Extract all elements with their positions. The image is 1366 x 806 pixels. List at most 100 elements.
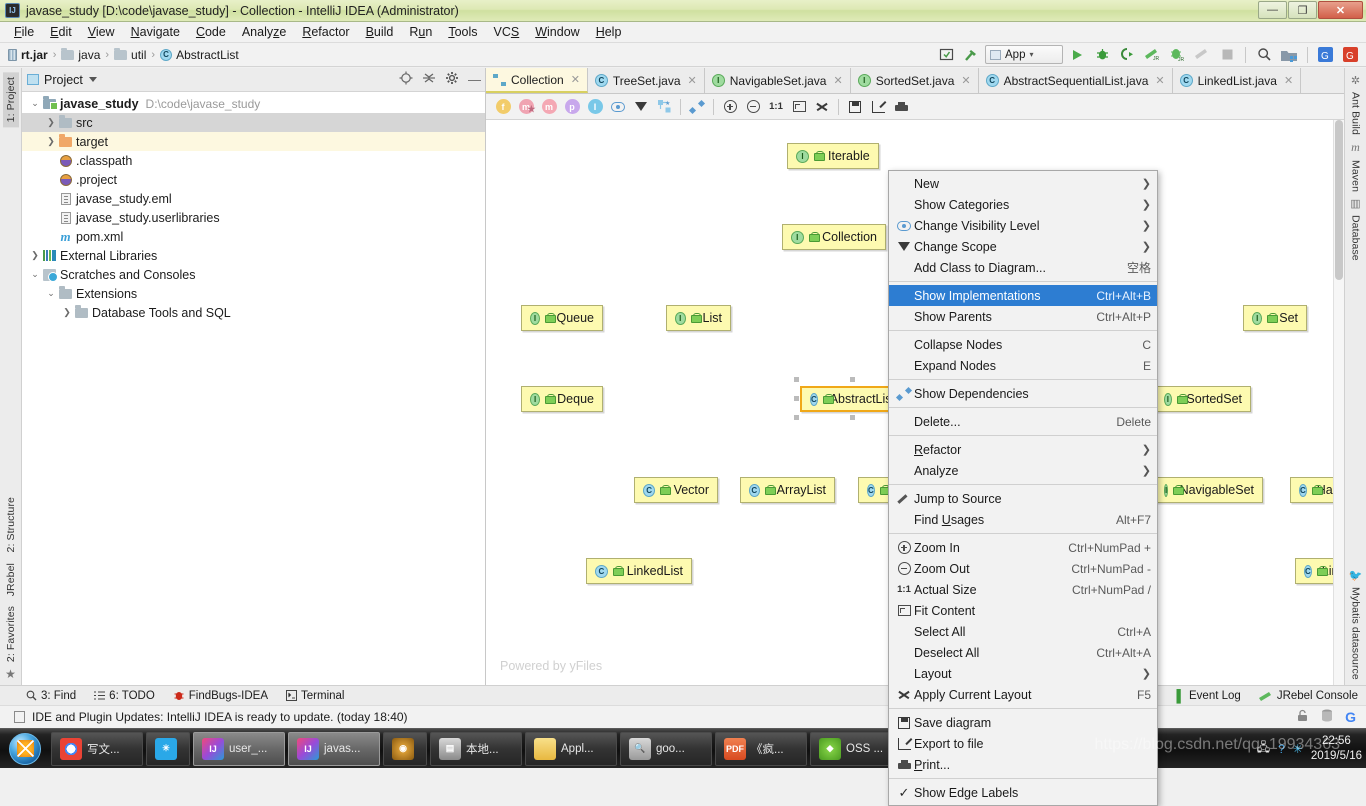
editor-tab-treeset-java[interactable]: C TreeSet.java ✕ xyxy=(587,68,705,93)
uml-node-queue[interactable]: I Queue xyxy=(521,305,603,331)
database-status-icon[interactable] xyxy=(1321,709,1333,725)
inner-classes-toggle[interactable]: I xyxy=(584,96,606,118)
scrollbar-thumb[interactable] xyxy=(1335,120,1343,280)
context-menu-item-zoom-in[interactable]: Zoom In Ctrl+NumPad + xyxy=(889,537,1157,558)
taskbar-item-本地[interactable]: ▤ 本地... xyxy=(430,731,522,766)
menu-view[interactable]: View xyxy=(80,23,123,41)
menu-bar[interactable]: File Edit View Navigate Code Analyze Refactor B… xyxy=(0,22,1366,43)
save-diagram-icon[interactable] xyxy=(844,96,866,118)
methods-toggle[interactable]: m xyxy=(538,96,560,118)
editor-tab-collection[interactable]: Collection ✕ xyxy=(486,68,588,93)
taskbar-clock[interactable]: 22:56 2019/5/16 xyxy=(1311,734,1362,763)
menu-run[interactable]: Run xyxy=(401,23,440,41)
editor-tab-bar[interactable]: Collection ✕ C TreeSet.java ✕ I NavigableSet.j… xyxy=(486,68,1344,94)
jrebel-debug-icon[interactable]: JR xyxy=(1166,45,1188,65)
project-structure-icon[interactable] xyxy=(1278,45,1300,65)
status-button-jrebel-console[interactable]: JRebel Console xyxy=(1258,690,1358,702)
editor-tab-linkedlist-java[interactable]: C LinkedList.java ✕ xyxy=(1172,68,1302,93)
taskbar-item-疯[interactable]: PDF 《疯... xyxy=(715,731,807,766)
breadcrumb[interactable]: rt.jar › java › util › C AbstractList xyxy=(8,47,239,62)
collapse-all-icon[interactable] xyxy=(422,71,436,88)
selection-handle[interactable] xyxy=(794,396,799,401)
tree-item-src[interactable]: ❯ src xyxy=(22,113,485,132)
apply-layout-icon[interactable] xyxy=(811,96,833,118)
tool-window-jrebel[interactable]: JRebel xyxy=(3,558,19,601)
tree-item-scratches-and-consoles[interactable]: ⌄ Scratches and Consoles xyxy=(22,265,485,284)
show-categories-icon[interactable]: ★ xyxy=(653,96,675,118)
close-tab-icon[interactable]: ✕ xyxy=(688,74,697,87)
uml-node-vector[interactable]: C Vector xyxy=(634,477,718,503)
uml-node-deque[interactable]: I Deque xyxy=(521,386,603,412)
system-tray[interactable]: 🖧 ? ✳ 22:56 2019/5/16 xyxy=(1257,734,1362,763)
uml-node-collection[interactable]: I Collection xyxy=(782,224,886,250)
tool-window-structure[interactable]: 2: Structure xyxy=(3,492,19,557)
uml-node-arraylist[interactable]: C ArrayList xyxy=(740,477,835,503)
taskbar-item-goo[interactable]: 🔍 goo... xyxy=(620,731,712,766)
export-to-file-icon[interactable] xyxy=(867,96,889,118)
chevron-right-icon[interactable]: ❯ xyxy=(44,136,58,147)
status-button-findbugs[interactable]: FindBugs-IDEA xyxy=(173,690,268,702)
search-everywhere-icon[interactable] xyxy=(1253,45,1275,65)
tool-window-bar-bottom[interactable]: 3: Find 6: TODO FindBugs-IDEA Terminal ▌… xyxy=(0,685,1366,705)
tree-item-javase_study[interactable]: ⌄ javase_study D:\code\javase_study xyxy=(22,94,485,113)
chevron-down-icon[interactable]: ⌄ xyxy=(28,269,42,280)
right-tool-strip[interactable]: ✲ Ant Build m Maven ▥ Database 🐦 Mybatis… xyxy=(1344,68,1366,685)
close-button[interactable]: ✕ xyxy=(1318,1,1363,19)
breadcrumb-item-abstractlist[interactable]: C AbstractList xyxy=(160,48,239,62)
context-menu-item-show-categories[interactable]: Show Categories ❯ xyxy=(889,194,1157,215)
hammer-icon[interactable] xyxy=(960,45,982,65)
print-icon[interactable] xyxy=(890,96,912,118)
tree-item--project[interactable]: .project xyxy=(22,170,485,189)
minimize-button[interactable]: — xyxy=(1258,1,1287,19)
menu-file[interactable]: File xyxy=(6,23,42,41)
tree-item-external-libraries[interactable]: ❯ External Libraries xyxy=(22,246,485,265)
context-menu-item-analyze[interactable]: Analyze ❯ xyxy=(889,460,1157,481)
diagram-toolbar[interactable]: f m ★ m p I ★ 1:1 xyxy=(486,94,1344,120)
taskbar-item-star-icon[interactable]: ✳ xyxy=(146,731,190,766)
methods-inherited-toggle[interactable]: m ★ xyxy=(515,96,537,118)
run-configuration-selector[interactable]: App ▾ xyxy=(985,45,1063,64)
selection-handle[interactable] xyxy=(849,415,855,420)
close-tab-icon[interactable]: ✕ xyxy=(1155,74,1164,87)
uml-node-iterable[interactable]: I Iterable xyxy=(787,143,879,169)
taskbar-item-user_[interactable]: IJ user_... xyxy=(193,731,285,766)
gear-icon[interactable] xyxy=(445,71,459,88)
fit-content-icon[interactable] xyxy=(788,96,810,118)
context-menu-item-delete[interactable]: Delete... Delete xyxy=(889,411,1157,432)
tool-window-mybatis-datasource[interactable]: Mybatis datasource xyxy=(1348,582,1364,685)
context-menu-item-apply-current-layout[interactable]: Apply Current Layout F5 xyxy=(889,684,1157,705)
locate-icon[interactable] xyxy=(399,71,413,88)
editor-tab-navigableset-java[interactable]: I NavigableSet.java ✕ xyxy=(704,68,851,93)
uml-node-set[interactable]: I Set xyxy=(1243,305,1307,331)
menu-navigate[interactable]: Navigate xyxy=(123,23,188,41)
context-menu-item-refactor[interactable]: Refactor ❯ xyxy=(889,439,1157,460)
fields-toggle[interactable]: f xyxy=(492,96,514,118)
project-tree[interactable]: ⌄ javase_study D:\code\javase_study ❯ src ❯ ta… xyxy=(22,92,485,685)
menu-vcs[interactable]: VCS xyxy=(486,23,528,41)
show-dependencies-icon[interactable] xyxy=(686,96,708,118)
context-menu-item-print[interactable]: Print... xyxy=(889,754,1157,775)
chevron-down-icon[interactable] xyxy=(88,77,97,82)
context-menu-item-expand-nodes[interactable]: Expand Nodes E xyxy=(889,355,1157,376)
grammar-icon[interactable]: G xyxy=(1340,45,1362,65)
properties-toggle[interactable]: p xyxy=(561,96,583,118)
left-tool-strip[interactable]: 1: Project 2: Structure JRebel 2: Favori… xyxy=(0,68,22,685)
context-menu-item-fit-content[interactable]: Fit Content xyxy=(889,600,1157,621)
context-menu-item-find-usages[interactable]: Find Usages Alt+F7 xyxy=(889,509,1157,530)
change-visibility-level-icon[interactable] xyxy=(607,96,629,118)
breadcrumb-item-rt-jar[interactable]: rt.jar xyxy=(8,48,48,62)
uml-node-navigableset[interactable]: I NavigableSet xyxy=(1155,477,1263,503)
status-button-event-log[interactable]: ▌ Event Log xyxy=(1177,689,1241,703)
context-menu-item-collapse-nodes[interactable]: Collapse Nodes C xyxy=(889,334,1157,355)
chevron-down-icon[interactable]: ⌄ xyxy=(44,288,58,299)
lock-icon[interactable] xyxy=(1296,709,1309,725)
context-menu-item-deselect-all[interactable]: Deselect All Ctrl+Alt+A xyxy=(889,642,1157,663)
chevron-right-icon[interactable]: ❯ xyxy=(60,307,74,318)
context-menu-item-actual-size[interactable]: 1:1 Actual Size Ctrl+NumPad / xyxy=(889,579,1157,600)
make-project-icon[interactable] xyxy=(935,45,957,65)
actual-size-icon[interactable]: 1:1 xyxy=(765,96,787,118)
editor-tab-sortedset-java[interactable]: I SortedSet.java ✕ xyxy=(850,68,979,93)
jrebel-run-icon[interactable]: JR xyxy=(1141,45,1163,65)
menu-refactor[interactable]: Refactor xyxy=(294,23,357,41)
selection-handle[interactable] xyxy=(794,377,799,382)
